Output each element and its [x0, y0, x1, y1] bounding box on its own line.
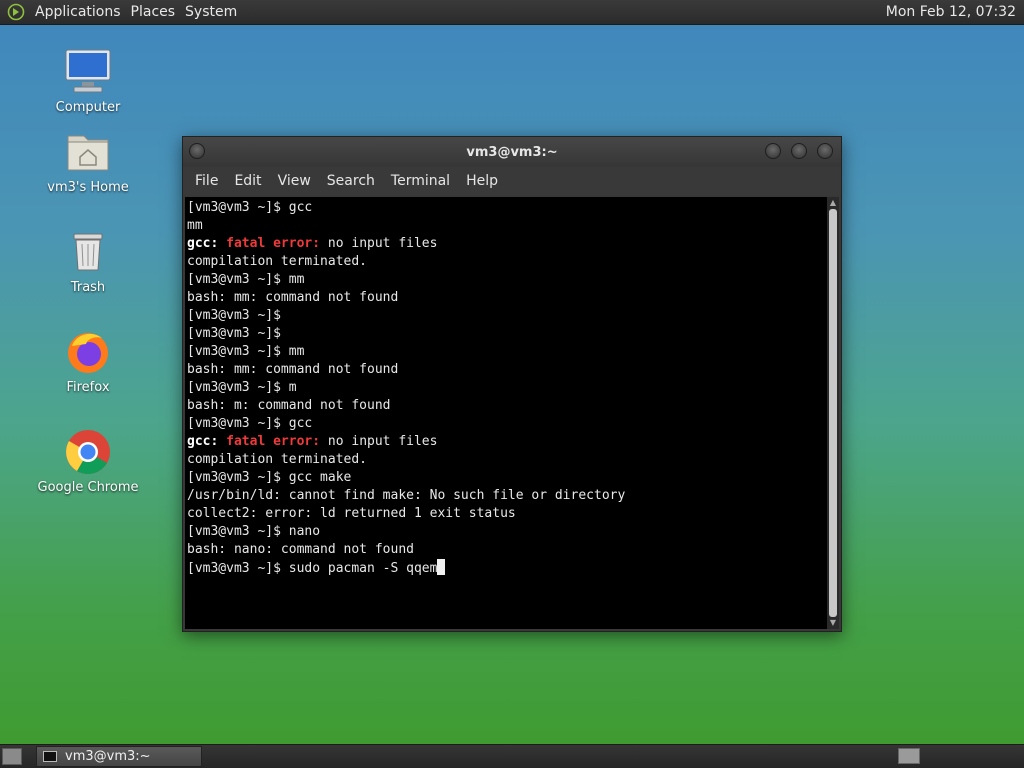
desktop-icon-label: Google Chrome [37, 480, 139, 495]
terminal-line: compilation terminated. [187, 452, 368, 467]
terminal-line: [vm3@vm3 ~]$ sudo pacman -S qqem [187, 559, 827, 578]
terminal-line: collect2: error: ld returned 1 exit stat… [187, 506, 516, 521]
chrome-icon [66, 430, 110, 474]
places-menu[interactable]: Places [128, 4, 183, 20]
menu-edit[interactable]: Edit [226, 173, 269, 189]
desktop-icon-chrome[interactable]: Google Chrome [28, 426, 148, 495]
menu-file[interactable]: File [187, 173, 226, 189]
terminal-menubar: File Edit View Search Terminal Help [183, 167, 841, 195]
terminal-icon [43, 751, 57, 762]
desktop-icon-trash[interactable]: Trash [28, 226, 148, 295]
terminal-line: compilation terminated. [187, 254, 368, 269]
menu-terminal[interactable]: Terminal [383, 173, 458, 189]
applications-menu[interactable]: Applications [32, 4, 128, 20]
distro-logo-icon[interactable] [6, 2, 26, 22]
desktop-icon-label: vm3's Home [47, 180, 129, 195]
desktop-icon-computer[interactable]: Computer [28, 46, 148, 115]
clock[interactable]: Mon Feb 12, 07:32 [886, 4, 1024, 20]
terminal-line: gcc: fatal error: no input files [187, 236, 438, 251]
terminal-line: [vm3@vm3 ~]$ mm [187, 272, 305, 287]
terminal-line: bash: mm: command not found [187, 362, 399, 377]
menu-search[interactable]: Search [319, 173, 383, 189]
show-desktop-icon[interactable] [2, 748, 22, 765]
terminal-line: [vm3@vm3 ~]$ m [187, 380, 297, 395]
desktop-icon-label: Firefox [66, 380, 110, 395]
terminal-line: gcc: fatal error: no input files [187, 434, 438, 449]
close-icon[interactable] [817, 143, 833, 159]
bottom-panel: vm3@vm3:~ [0, 744, 1024, 768]
workspace-switcher[interactable] [898, 748, 920, 764]
terminal-line: /usr/bin/ld: cannot find make: No such f… [187, 488, 626, 503]
terminal-line: mm [187, 218, 203, 233]
terminal-line: [vm3@vm3 ~]$ nano [187, 524, 321, 539]
terminal-line: [vm3@vm3 ~]$ gcc [187, 416, 313, 431]
terminal-title: vm3@vm3:~ [466, 144, 558, 160]
scroll-down-icon[interactable]: ▼ [828, 618, 838, 628]
terminal-titlebar[interactable]: vm3@vm3:~ [183, 137, 841, 167]
terminal-line: [vm3@vm3 ~]$ [187, 308, 281, 323]
terminal-line: bash: nano: command not found [187, 542, 414, 557]
text-cursor [437, 559, 446, 575]
minimize-icon[interactable] [765, 143, 781, 159]
scroll-up-icon[interactable]: ▲ [828, 198, 838, 208]
terminal-scrollbar[interactable]: ▲ ▼ [827, 197, 839, 629]
menu-view[interactable]: View [270, 173, 319, 189]
terminal-line: [vm3@vm3 ~]$ mm [187, 344, 305, 359]
taskbar-window-label: vm3@vm3:~ [65, 749, 151, 764]
terminal-line: bash: m: command not found [187, 398, 391, 413]
terminal-text: [vm3@vm3 ~]$ gcc mm gcc: fatal error: no i… [185, 197, 827, 578]
desktop-icon-home[interactable]: vm3's Home [28, 126, 148, 195]
terminal-line: [vm3@vm3 ~]$ gcc make [187, 470, 352, 485]
taskbar-terminal-button[interactable]: vm3@vm3:~ [36, 746, 202, 767]
terminal-output[interactable]: [vm3@vm3 ~]$ gcc mm gcc: fatal error: no i… [185, 197, 827, 629]
trash-icon [73, 233, 103, 271]
terminal-window[interactable]: vm3@vm3:~ File Edit View Search Terminal… [182, 136, 842, 632]
menu-help[interactable]: Help [458, 173, 506, 189]
window-menu-icon[interactable] [189, 143, 205, 159]
terminal-line: bash: mm: command not found [187, 290, 399, 305]
scrollbar-thumb[interactable] [829, 209, 837, 617]
terminal-line: [vm3@vm3 ~]$ gcc [187, 200, 313, 215]
desktop-icon-label: Computer [55, 100, 121, 115]
maximize-icon[interactable] [791, 143, 807, 159]
top-panel: Applications Places System Mon Feb 12, 0… [0, 0, 1024, 25]
system-menu[interactable]: System [182, 4, 244, 20]
computer-icon [65, 49, 111, 93]
terminal-line: [vm3@vm3 ~]$ [187, 326, 281, 341]
desktop-icon-firefox[interactable]: Firefox [28, 326, 148, 395]
desktop-icon-label: Trash [70, 280, 106, 295]
home-folder-icon [67, 135, 109, 171]
firefox-icon [68, 333, 108, 373]
